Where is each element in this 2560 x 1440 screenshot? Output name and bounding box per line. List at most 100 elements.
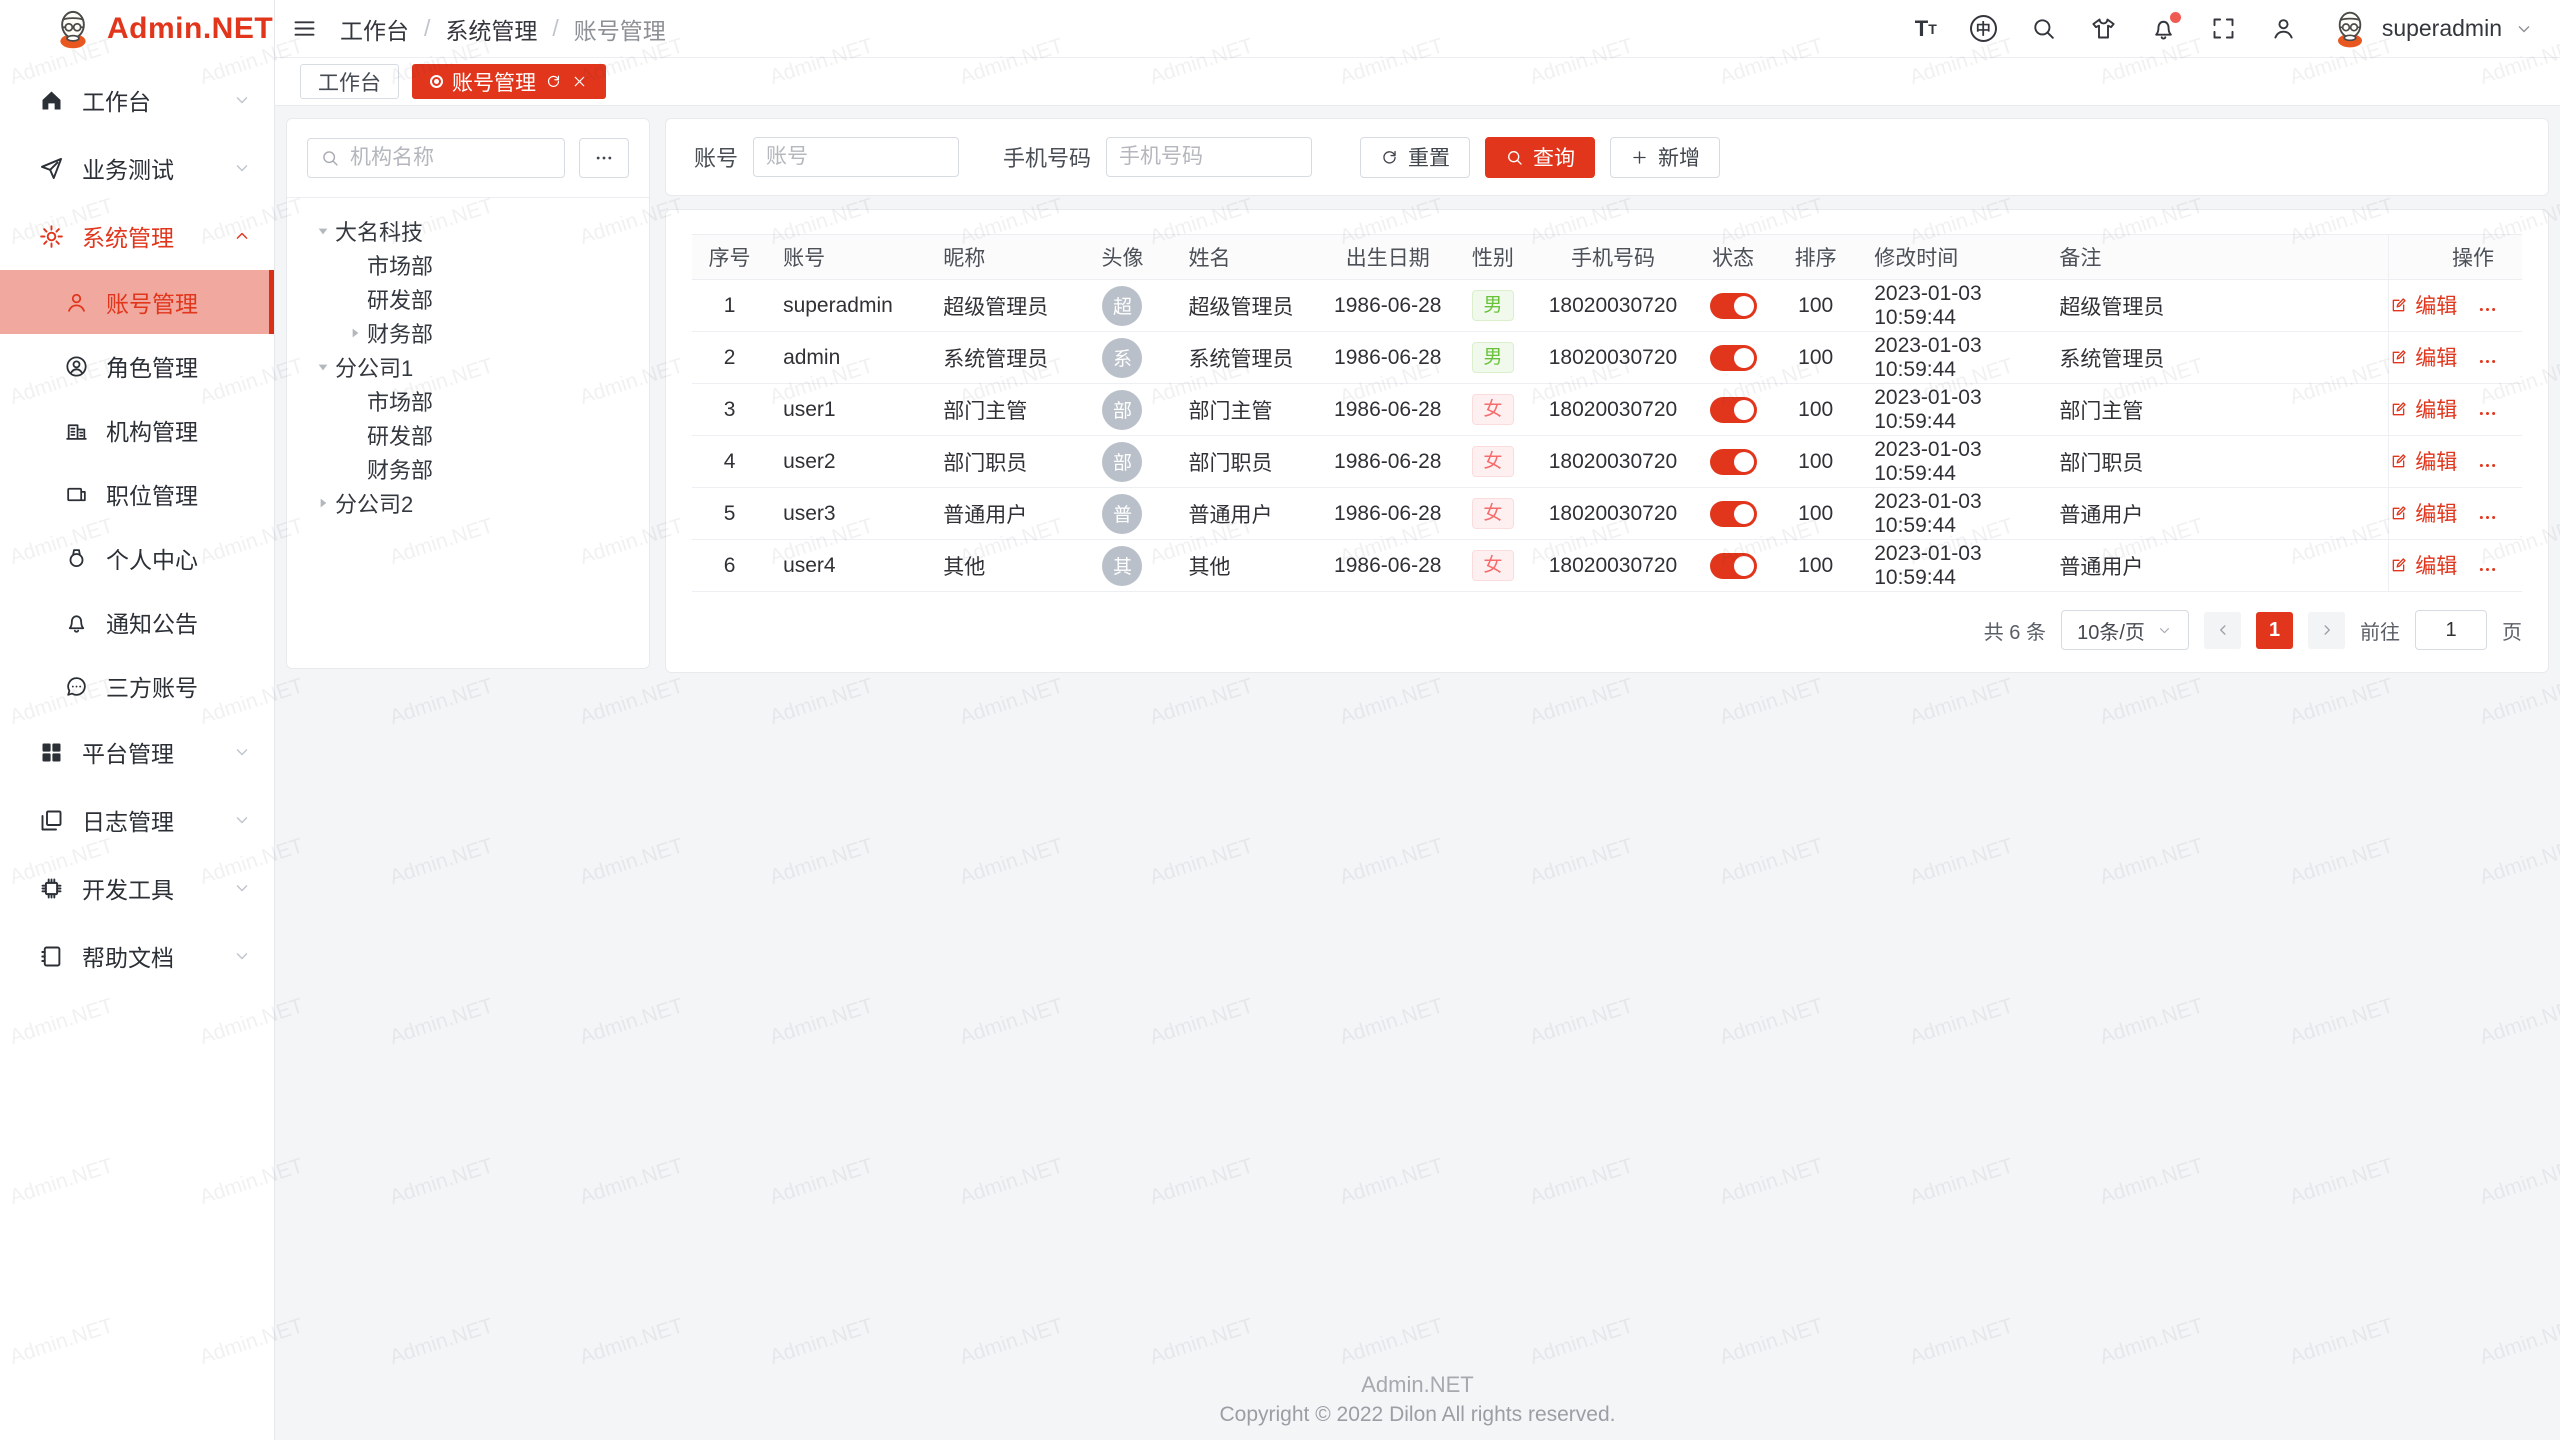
more-actions-button[interactable] xyxy=(2477,507,2498,528)
status-toggle[interactable] xyxy=(1710,397,1757,423)
edit-button[interactable]: 编辑 xyxy=(2389,394,2457,424)
cell-name: 普通用户 xyxy=(1173,488,1323,540)
tab-workbench[interactable]: 工作台 xyxy=(300,64,399,99)
tree-node[interactable]: 研发部 xyxy=(297,282,639,316)
refresh-icon[interactable] xyxy=(545,73,562,90)
sidebar-item-devtools[interactable]: 开发工具 xyxy=(0,854,274,922)
more-actions-button[interactable] xyxy=(2477,403,2498,424)
gender-badge: 女 xyxy=(1472,446,1514,478)
status-toggle[interactable] xyxy=(1710,345,1757,371)
caret-right-icon[interactable] xyxy=(343,325,367,341)
cell-nickname: 系统管理员 xyxy=(927,332,1072,384)
chevron-down-icon xyxy=(232,878,252,898)
cell-status xyxy=(1693,280,1773,332)
caret-down-icon[interactable] xyxy=(311,223,335,239)
caret-down-icon[interactable] xyxy=(311,359,335,375)
prev-page-button[interactable] xyxy=(2204,612,2241,649)
tree-node[interactable]: 分公司1 xyxy=(297,350,639,384)
more-actions-button[interactable] xyxy=(2477,299,2498,320)
status-toggle[interactable] xyxy=(1710,501,1757,527)
active-dot-icon xyxy=(430,75,443,88)
gender-badge: 男 xyxy=(1472,290,1514,322)
sidebar-item-workbench[interactable]: 工作台 xyxy=(0,66,274,134)
page-size-select[interactable]: 10条/页 xyxy=(2061,610,2189,650)
theme-icon[interactable] xyxy=(2090,15,2117,42)
tree-node[interactable]: 研发部 xyxy=(297,418,639,452)
org-search-input[interactable] xyxy=(350,146,552,170)
cell-seq: 2 xyxy=(692,332,767,384)
status-toggle[interactable] xyxy=(1710,449,1757,475)
edit-button[interactable]: 编辑 xyxy=(2389,290,2457,320)
query-button[interactable]: 查询 xyxy=(1485,137,1595,178)
sidebar-item-account[interactable]: 账号管理 xyxy=(0,270,274,334)
cell-modified: 2023-01-03 10:59:44 xyxy=(1858,540,2043,592)
avatar: 普 xyxy=(1102,494,1142,534)
tab-account[interactable]: 账号管理 xyxy=(412,64,606,99)
column-header-birth: 出生日期 xyxy=(1323,235,1453,280)
breadcrumb-separator: / xyxy=(424,15,430,42)
edit-button[interactable]: 编辑 xyxy=(2389,550,2457,580)
tree-node[interactable]: 财务部 xyxy=(297,452,639,486)
fullscreen-icon[interactable] xyxy=(2210,15,2237,42)
cell-order: 100 xyxy=(1773,280,1858,332)
tree-node[interactable]: 分公司2 xyxy=(297,486,639,520)
add-button[interactable]: 新增 xyxy=(1610,137,1720,178)
search-icon[interactable] xyxy=(2030,15,2057,42)
more-actions-button[interactable] xyxy=(2477,351,2498,372)
cell-nickname: 超级管理员 xyxy=(927,280,1072,332)
account-input[interactable] xyxy=(766,145,946,169)
language-icon[interactable]: 中 xyxy=(1970,15,1997,42)
home-icon xyxy=(38,87,65,114)
sidebar-item-system[interactable]: 系统管理 xyxy=(0,202,274,270)
caret-right-icon[interactable] xyxy=(311,495,335,511)
avatar: 部 xyxy=(1102,390,1142,430)
cell-seq: 6 xyxy=(692,540,767,592)
menu-collapse-icon[interactable] xyxy=(291,15,318,42)
breadcrumb-item[interactable]: 工作台 xyxy=(340,12,409,46)
table-row: 4user2部门职员部部门职员1986-06-28女18020030720100… xyxy=(692,436,2522,488)
sidebar-item-logs[interactable]: 日志管理 xyxy=(0,786,274,854)
cell-birth: 1986-06-28 xyxy=(1323,332,1453,384)
sidebar-item-notice[interactable]: 通知公告 xyxy=(0,590,274,654)
status-toggle[interactable] xyxy=(1710,293,1757,319)
edit-button[interactable]: 编辑 xyxy=(2389,446,2457,476)
cell-order: 100 xyxy=(1773,332,1858,384)
edit-button[interactable]: 编辑 xyxy=(2389,498,2457,528)
edit-button[interactable]: 编辑 xyxy=(2389,342,2457,372)
cell-name: 系统管理员 xyxy=(1173,332,1323,384)
notification-icon[interactable] xyxy=(2150,15,2177,42)
sidebar-item-help[interactable]: 帮助文档 xyxy=(0,922,274,990)
org-more-button[interactable] xyxy=(579,138,629,178)
sidebar-item-platform[interactable]: 平台管理 xyxy=(0,718,274,786)
cell-gender: 女 xyxy=(1453,488,1533,540)
status-toggle[interactable] xyxy=(1710,553,1757,579)
user-icon[interactable] xyxy=(2270,15,2297,42)
breadcrumb-item[interactable]: 系统管理 xyxy=(445,12,537,46)
tree-node[interactable]: 市场部 xyxy=(297,248,639,282)
cell-status xyxy=(1693,436,1773,488)
next-page-button[interactable] xyxy=(2308,612,2345,649)
phone-input[interactable] xyxy=(1119,145,1299,169)
tree-node[interactable]: 市场部 xyxy=(297,384,639,418)
more-actions-button[interactable] xyxy=(2477,455,2498,476)
reset-button[interactable]: 重置 xyxy=(1360,137,1470,178)
sidebar-item-position[interactable]: 职位管理 xyxy=(0,462,274,526)
sidebar-item-role[interactable]: 角色管理 xyxy=(0,334,274,398)
close-icon[interactable] xyxy=(571,73,588,90)
cell-ops: 编辑 xyxy=(2389,436,2522,488)
chevron-right-icon xyxy=(2318,621,2336,639)
tree-node[interactable]: 大名科技 xyxy=(297,214,639,248)
sidebar-item-org[interactable]: 机构管理 xyxy=(0,398,274,462)
current-page[interactable]: 1 xyxy=(2256,612,2293,649)
tree-node[interactable]: 财务部 xyxy=(297,316,639,350)
sidebar-item-biz-test[interactable]: 业务测试 xyxy=(0,134,274,202)
org-icon xyxy=(64,418,89,443)
sidebar-item-thirdparty[interactable]: 三方账号 xyxy=(0,654,274,718)
goto-page-input[interactable] xyxy=(2415,610,2487,650)
more-actions-button[interactable] xyxy=(2477,559,2498,580)
sidebar-item-profile[interactable]: 个人中心 xyxy=(0,526,274,590)
submenu-system: 账号管理角色管理机构管理职位管理个人中心通知公告三方账号 xyxy=(0,270,274,718)
font-size-icon[interactable]: TT xyxy=(1915,15,1937,42)
user-menu[interactable]: superadmin xyxy=(2330,9,2534,49)
cell-avatar: 超 xyxy=(1072,280,1172,332)
